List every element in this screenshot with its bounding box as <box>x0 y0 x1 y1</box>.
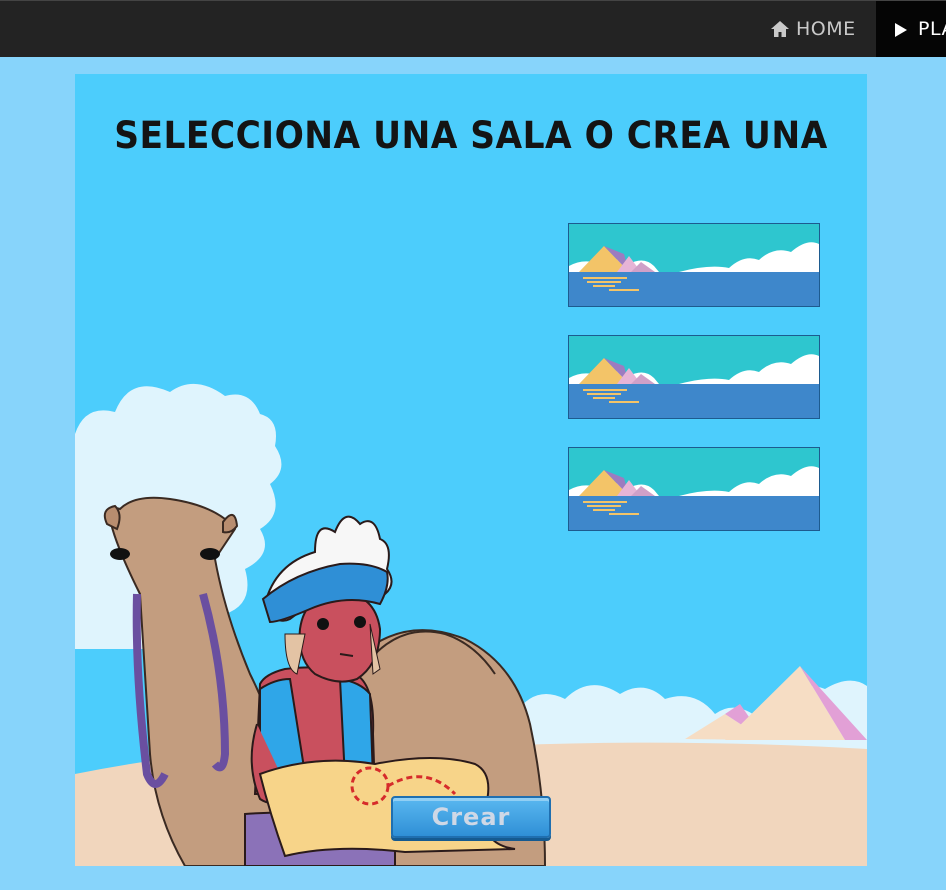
pyramids-thumbnail-icon <box>569 224 819 306</box>
nav-play-link[interactable]: PLAY <box>876 1 946 57</box>
create-room-button[interactable]: Crear <box>391 796 551 838</box>
room-button-3[interactable] <box>568 447 820 531</box>
home-icon <box>770 19 790 39</box>
create-room-label: Crear <box>431 803 511 831</box>
room-button-2[interactable] <box>568 335 820 419</box>
nav-home-link[interactable]: HOME <box>770 1 870 57</box>
nav-home-label: HOME <box>796 18 856 40</box>
room-selection-title: SELECCIONA UNA SALA O CREA UNA <box>114 114 828 157</box>
nav-play-label: PLAY <box>918 18 946 40</box>
top-nav-bar: HOME PLAY <box>0 0 946 57</box>
pyramids-thumbnail-icon <box>569 448 819 530</box>
game-canvas: SELECCIONA UNA SALA O CREA UNA Crear <box>75 74 867 866</box>
play-icon <box>894 21 908 37</box>
pyramids-thumbnail-icon <box>569 336 819 418</box>
room-button-1[interactable] <box>568 223 820 307</box>
